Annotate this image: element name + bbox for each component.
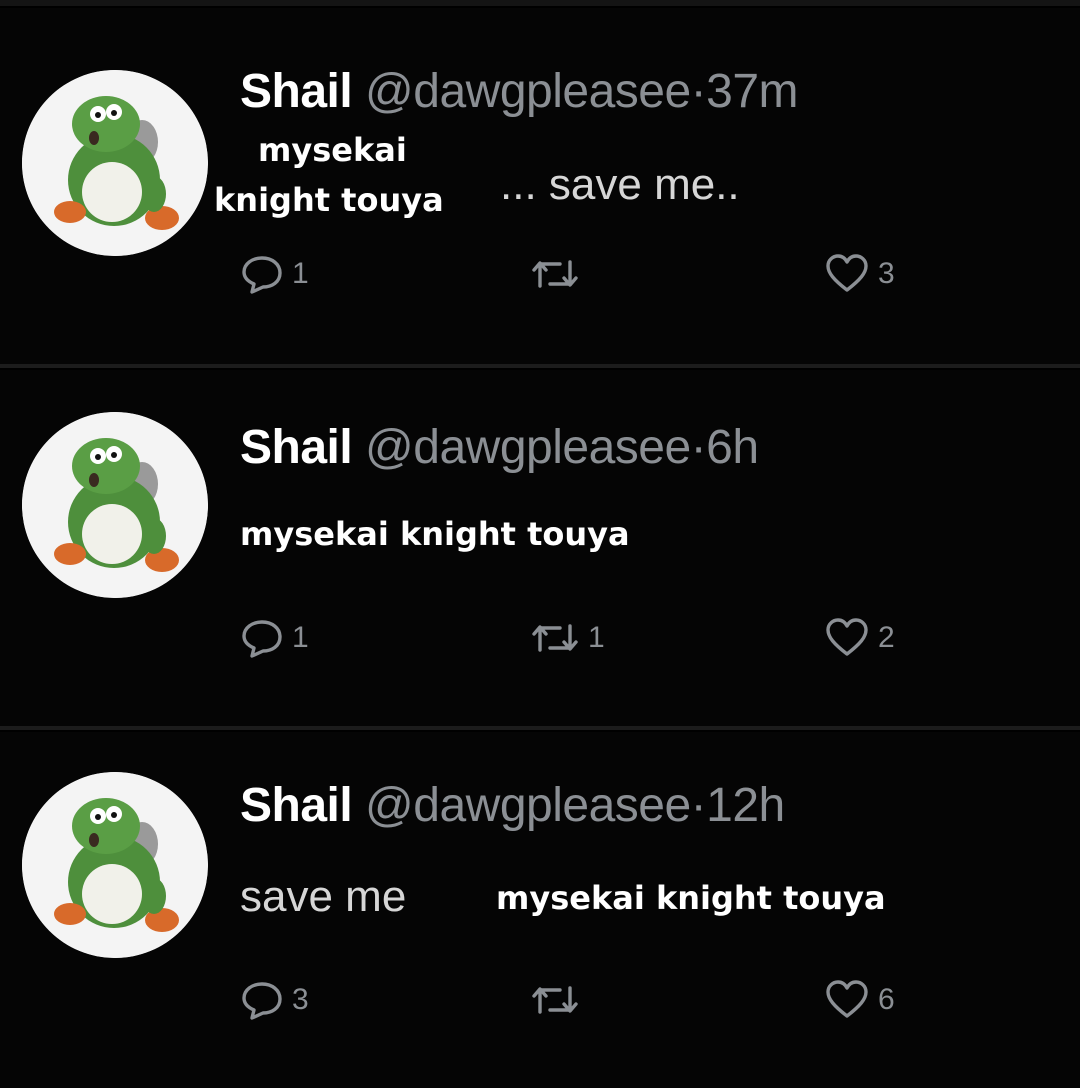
tweet-header: Shail @dawgpleasee·12h — [240, 778, 785, 833]
separator-dot: · — [690, 421, 707, 474]
reply-icon — [242, 256, 282, 294]
like-button[interactable]: 2 — [824, 610, 895, 666]
like-count: 2 — [878, 621, 895, 654]
author-name[interactable]: Shail — [240, 421, 353, 474]
tweet-actions: 3 6 — [240, 972, 1000, 1028]
retweet-icon — [532, 624, 578, 652]
yoshi-avatar-icon — [22, 412, 208, 598]
tweet-time[interactable]: 6h — [706, 421, 759, 474]
author-handle[interactable]: @dawgpleasee — [365, 65, 691, 118]
tweet-divider — [0, 364, 1080, 368]
heart-icon — [826, 618, 868, 656]
tweet-feed: Shail @dawgpleasee·37m mysekai knight to… — [0, 0, 1080, 1088]
like-count: 6 — [878, 983, 895, 1016]
retweet-icon — [532, 260, 578, 288]
tweet[interactable]: Shail @dawgpleasee·12h save me mysekai k… — [0, 732, 1080, 1088]
avatar[interactable] — [22, 70, 208, 256]
tweet-divider — [0, 726, 1080, 730]
reply-icon — [242, 620, 282, 658]
yoshi-avatar-icon — [22, 70, 208, 256]
reply-button[interactable]: 1 — [240, 610, 309, 666]
tweet[interactable]: Shail @dawgpleasee·37m mysekai knight to… — [0, 8, 1080, 364]
retweet-button[interactable]: 1 — [530, 610, 605, 666]
reply-icon — [242, 982, 282, 1020]
separator-dot: · — [690, 65, 707, 118]
author-handle[interactable]: @dawgpleasee — [365, 779, 691, 832]
retweet-button[interactable] — [530, 972, 588, 1028]
avatar[interactable] — [22, 772, 208, 958]
retweet-icon — [532, 986, 578, 1014]
heart-icon — [826, 980, 868, 1018]
like-button[interactable]: 6 — [824, 972, 895, 1028]
reply-count: 1 — [292, 621, 309, 654]
overlay-caption: mysekai knight touya — [240, 515, 630, 553]
like-count: 3 — [878, 257, 895, 290]
overlay-caption-line1: mysekai — [258, 131, 407, 169]
avatar[interactable] — [22, 412, 208, 598]
tweet-header: Shail @dawgpleasee·6h — [240, 420, 759, 475]
like-button[interactable]: 3 — [824, 246, 895, 302]
author-name[interactable]: Shail — [240, 779, 353, 832]
retweet-button[interactable] — [530, 246, 588, 302]
tweet-text: save me — [240, 872, 407, 921]
heart-icon — [826, 254, 868, 292]
yoshi-avatar-icon — [22, 772, 208, 958]
tweet-time[interactable]: 12h — [706, 779, 785, 832]
tweet-header: Shail @dawgpleasee·37m — [240, 64, 799, 119]
retweet-count: 1 — [588, 621, 605, 654]
tweet[interactable]: Shail @dawgpleasee·6h mysekai knight tou… — [0, 370, 1080, 726]
overlay-caption-line2: knight touya — [214, 181, 444, 219]
tweet-text: ... save me.. — [500, 160, 740, 209]
overlay-caption: mysekai knight touya — [496, 879, 886, 917]
reply-button[interactable]: 1 — [240, 246, 309, 302]
tweet-time[interactable]: 37m — [706, 65, 798, 118]
author-handle[interactable]: @dawgpleasee — [365, 421, 691, 474]
reply-count: 3 — [292, 983, 309, 1016]
tweet-actions: 1 3 — [240, 246, 1000, 302]
reply-button[interactable]: 3 — [240, 972, 309, 1028]
top-divider — [0, 0, 1080, 6]
tweet-actions: 1 1 2 — [240, 610, 1000, 666]
author-name[interactable]: Shail — [240, 65, 353, 118]
reply-count: 1 — [292, 257, 309, 290]
separator-dot: · — [690, 779, 707, 832]
